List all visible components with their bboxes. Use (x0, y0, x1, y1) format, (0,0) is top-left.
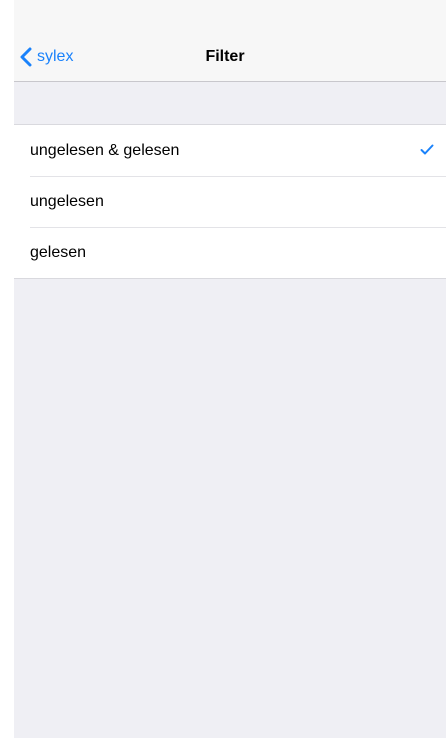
checkmark-icon (420, 142, 434, 160)
filter-list: ungelesen & gelesen ungelesen gelesen (14, 124, 446, 279)
screen: sylex Filter ungelesen & gelesen ungeles… (0, 0, 446, 738)
filter-item-read[interactable]: gelesen (14, 227, 446, 278)
filter-item-all[interactable]: ungelesen & gelesen (14, 125, 446, 176)
filter-item-label: gelesen (30, 243, 87, 261)
page-title: Filter (205, 48, 245, 65)
phone-screen: sylex Filter ungelesen & gelesen ungeles… (14, 0, 446, 738)
filter-item-unread[interactable]: ungelesen (14, 176, 446, 227)
navigation-bar: sylex Filter (14, 32, 446, 82)
filter-item-label: ungelesen & gelesen (30, 141, 180, 159)
status-bar (14, 0, 446, 32)
filter-item-label: ungelesen (30, 192, 104, 210)
